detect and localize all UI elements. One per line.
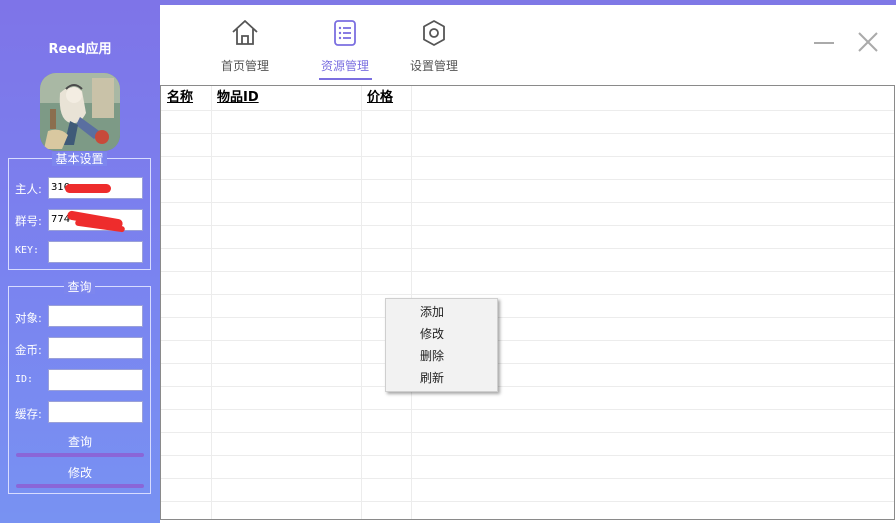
table-row-line xyxy=(161,271,894,272)
table-row-line xyxy=(161,156,894,157)
context-menu-delete[interactable]: 删除 xyxy=(420,345,444,367)
gear-icon xyxy=(423,20,445,46)
query-button-bar xyxy=(16,453,144,457)
tab-settings-label: 设置管理 xyxy=(409,59,458,73)
tab-settings[interactable]: 设置管理 xyxy=(394,18,474,74)
target-field[interactable] xyxy=(48,305,143,327)
tab-home[interactable]: 首页管理 xyxy=(205,18,285,74)
context-menu-refresh[interactable]: 刷新 xyxy=(420,367,444,389)
avatar xyxy=(40,73,120,151)
active-tab-underline xyxy=(319,78,372,80)
coins-field[interactable] xyxy=(48,337,143,359)
minimize-icon[interactable] xyxy=(812,30,838,56)
table-row-line xyxy=(161,110,894,111)
modify-button-bar xyxy=(16,484,144,488)
tab-resources-label: 资源管理 xyxy=(320,59,369,73)
sidebar: Reed应用 基本设置 主人: 310 群号: 774 KEY: 查询 对象: … xyxy=(0,0,160,523)
id-field[interactable] xyxy=(48,369,143,391)
context-menu-edit[interactable]: 修改 xyxy=(420,323,444,345)
column-header-name[interactable]: 名称 xyxy=(161,86,211,110)
context-menu: 添加 修改 删除 刷新 xyxy=(385,298,498,392)
basic-settings-group: 基本设置 主人: 310 群号: 774 KEY: xyxy=(8,152,151,270)
table-row-line xyxy=(161,478,894,479)
tab-resources[interactable]: 资源管理 xyxy=(305,18,385,74)
list-icon xyxy=(334,20,356,46)
column-header-item-id[interactable]: 物品ID xyxy=(211,86,361,110)
table-row-line xyxy=(161,455,894,456)
table-row-line xyxy=(161,501,894,502)
query-group-title: 查询 xyxy=(64,280,95,294)
context-menu-add[interactable]: 添加 xyxy=(420,301,444,323)
table-row-line xyxy=(161,340,894,341)
coins-label: 金币: xyxy=(15,343,42,357)
key-field[interactable] xyxy=(48,241,143,263)
app-title: Reed应用 xyxy=(48,42,112,57)
modify-button[interactable]: 修改 xyxy=(16,464,144,481)
table-row-line xyxy=(161,409,894,410)
group-number-label: 群号: xyxy=(15,214,42,228)
table-row-line xyxy=(161,202,894,203)
cache-label: 缓存: xyxy=(15,407,42,421)
home-icon xyxy=(232,20,258,45)
close-icon[interactable] xyxy=(856,30,882,56)
table-row-line xyxy=(161,363,894,364)
column-header-price-label: 价格 xyxy=(367,90,394,105)
table-row-line xyxy=(161,386,894,387)
table-row-line xyxy=(161,317,894,318)
target-label: 对象: xyxy=(15,311,42,325)
redaction-scribble xyxy=(65,184,111,193)
table-row-line xyxy=(161,133,894,134)
column-header-name-label: 名称 xyxy=(167,90,194,105)
avatar-illustration xyxy=(40,73,120,151)
query-group: 查询 对象: 金币: ID: 缓存: 查询 修改 xyxy=(8,280,151,494)
resource-table[interactable]: 名称 物品ID 价格 xyxy=(160,85,895,520)
table-row-line xyxy=(161,294,894,295)
column-header-item-id-label: 物品ID xyxy=(217,90,259,105)
table-row-line xyxy=(161,179,894,180)
key-label: KEY: xyxy=(15,245,40,256)
tab-home-label: 首页管理 xyxy=(220,59,269,73)
table-row-line xyxy=(161,225,894,226)
id-label: ID: xyxy=(15,374,34,385)
table-row-line xyxy=(161,432,894,433)
table-row-line xyxy=(161,248,894,249)
basic-settings-title: 基本设置 xyxy=(52,152,107,166)
cache-field[interactable] xyxy=(48,401,143,423)
owner-label: 主人: xyxy=(15,182,42,196)
query-button[interactable]: 查询 xyxy=(16,433,144,450)
column-header-price[interactable]: 价格 xyxy=(361,86,411,110)
